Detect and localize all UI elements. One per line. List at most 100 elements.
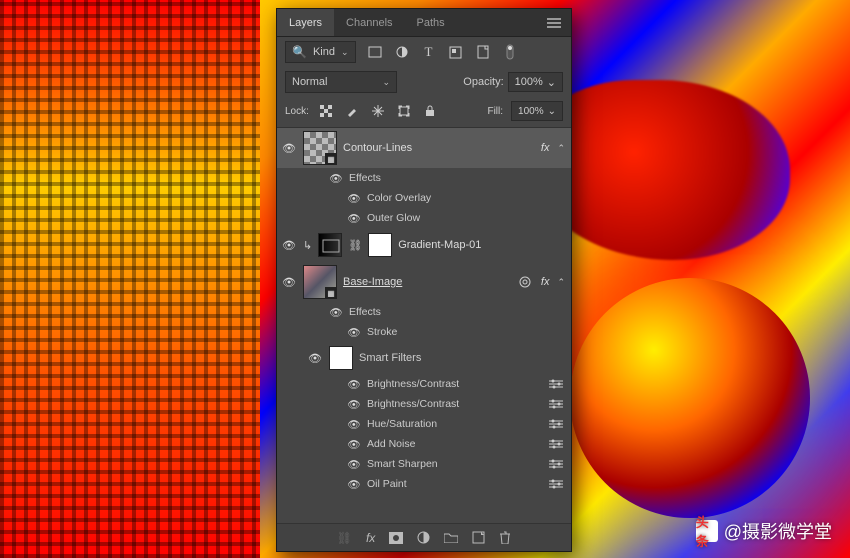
adjustment-thumbnail[interactable] [318,233,342,257]
panel-menu-icon[interactable] [537,18,571,28]
add-group-icon[interactable] [444,532,458,543]
tab-channels[interactable]: Channels [334,9,404,36]
new-layer-icon[interactable] [472,531,485,544]
filter-options-icon[interactable] [549,439,565,449]
lock-row: Lock: Fill: 100% ⌄ [277,97,571,128]
visibility-icon[interactable]: 👁 [307,352,323,365]
smartobject-badge-icon: ▦ [325,153,337,165]
filter-name: Smart Sharpen [367,458,438,470]
chevron-down-icon: ⌄ [548,106,556,117]
collapse-icon[interactable]: ⌃ [557,143,565,154]
add-mask-icon[interactable] [389,532,403,544]
filter-brightness-contrast-1[interactable]: 👁 Brightness/Contrast [277,374,571,394]
chevron-down-icon: ⌄ [547,76,556,89]
tab-paths[interactable]: Paths [405,9,457,36]
opacity-input[interactable]: 100% ⌄ [508,72,563,92]
chevron-down-icon: ⌄ [341,47,349,58]
layer-name[interactable]: Contour-Lines [343,142,535,154]
fill-label: Fill: [487,106,503,117]
visibility-icon[interactable]: 👁 [347,378,361,391]
lock-label: Lock: [285,106,309,117]
effect-name: Stroke [367,326,397,338]
collapse-icon[interactable]: ⌃ [557,277,565,288]
visibility-icon[interactable]: 👁 [281,142,297,155]
filter-type-icon[interactable]: T [420,43,438,61]
lock-transparency-icon[interactable] [317,102,335,120]
filter-smart-sharpen[interactable]: 👁 Smart Sharpen [277,454,571,474]
layer-mask-thumbnail[interactable] [368,233,392,257]
filter-options-icon[interactable] [549,379,565,389]
filter-smartobject-icon[interactable] [474,43,492,61]
smart-filters-label: Smart Filters [359,352,421,364]
smart-filters-heading[interactable]: 👁 Smart Filters [277,342,571,374]
effect-outer-glow[interactable]: 👁 Outer Glow [277,208,571,228]
add-adjustment-icon[interactable] [417,531,430,544]
layer-base-image[interactable]: 👁 ▦ Base-Image fx ⌃ [277,262,571,302]
blend-row: Normal ⌄ Opacity: 100% ⌄ [277,67,571,97]
lock-brush-icon[interactable] [343,102,361,120]
fx-indicator[interactable]: fx [541,142,550,154]
layer-gradient-map[interactable]: 👁 ↳ ⛓ Gradient-Map-01 [277,228,571,262]
layer-name[interactable]: Base-Image [343,276,513,288]
lock-position-icon[interactable] [369,102,387,120]
visibility-icon[interactable]: 👁 [347,478,361,491]
link-layers-icon[interactable]: ⛓ [337,531,352,545]
visibility-icon[interactable]: 👁 [347,418,361,431]
visibility-icon[interactable]: 👁 [347,326,361,339]
effects-heading[interactable]: 👁 Effects [277,302,571,322]
visibility-icon[interactable]: 👁 [347,398,361,411]
mask-link-icon[interactable]: ⛓ [348,239,362,252]
filter-pixel-icon[interactable] [366,43,384,61]
filter-add-noise[interactable]: 👁 Add Noise [277,434,571,454]
filter-adjustment-icon[interactable] [393,43,411,61]
toutiao-badge: 头条 [696,520,718,542]
smartfilter-icon[interactable] [519,276,531,288]
blend-mode-value: Normal [292,76,327,88]
effect-name: Outer Glow [367,212,420,224]
filter-oil-paint[interactable]: 👁 Oil Paint [277,474,571,494]
visibility-icon[interactable]: 👁 [347,192,361,205]
filter-kind-dropdown[interactable]: 🔍 Kind ⌄ [285,41,356,63]
filter-brightness-contrast-2[interactable]: 👁 Brightness/Contrast [277,394,571,414]
layer-name[interactable]: Gradient-Map-01 [398,239,565,251]
opacity-value: 100% [515,76,543,88]
add-style-icon[interactable]: fx [366,531,375,545]
visibility-icon[interactable]: 👁 [347,458,361,471]
panel-tabs: Layers Channels Paths [277,9,571,37]
visibility-icon[interactable]: 👁 [329,172,343,185]
filter-options-icon[interactable] [549,459,565,469]
smartobject-badge-icon: ▦ [325,287,337,299]
tab-layers[interactable]: Layers [277,9,334,36]
effects-label: Effects [349,172,381,184]
visibility-icon[interactable]: 👁 [281,276,297,289]
watermark-text: @摄影微学堂 [724,518,832,544]
effect-stroke[interactable]: 👁 Stroke [277,322,571,342]
filter-mask-thumbnail[interactable] [329,346,353,370]
visibility-icon[interactable]: 👁 [347,438,361,451]
layers-list: 👁 ▦ Contour-Lines fx ⌃ 👁 Effects 👁 Color… [277,128,571,523]
layer-contour-lines[interactable]: 👁 ▦ Contour-Lines fx ⌃ [277,128,571,168]
filter-hue-saturation[interactable]: 👁 Hue/Saturation [277,414,571,434]
lock-artboard-icon[interactable] [395,102,413,120]
delete-layer-icon[interactable] [499,531,511,544]
filter-kind-label: Kind [313,46,335,58]
visibility-icon[interactable]: 👁 [347,212,361,225]
filter-options-icon[interactable] [549,479,565,489]
fx-indicator[interactable]: fx [541,276,550,288]
filter-name: Hue/Saturation [367,418,437,430]
chevron-down-icon: ⌄ [382,77,390,88]
visibility-icon[interactable]: 👁 [281,239,297,252]
blend-mode-dropdown[interactable]: Normal ⌄ [285,71,397,93]
fill-input[interactable]: 100% ⌄ [511,101,563,121]
filter-options-icon[interactable] [549,419,565,429]
filter-shape-icon[interactable] [447,43,465,61]
visibility-icon[interactable]: 👁 [329,306,343,319]
layer-thumbnail[interactable]: ▦ [303,265,337,299]
filter-options-icon[interactable] [549,399,565,409]
layer-thumbnail[interactable]: ▦ [303,131,337,165]
effect-color-overlay[interactable]: 👁 Color Overlay [277,188,571,208]
filter-toggle-icon[interactable] [501,43,519,61]
lock-all-icon[interactable] [421,102,439,120]
effects-heading[interactable]: 👁 Effects [277,168,571,188]
clip-indicator-icon: ↳ [303,239,312,252]
